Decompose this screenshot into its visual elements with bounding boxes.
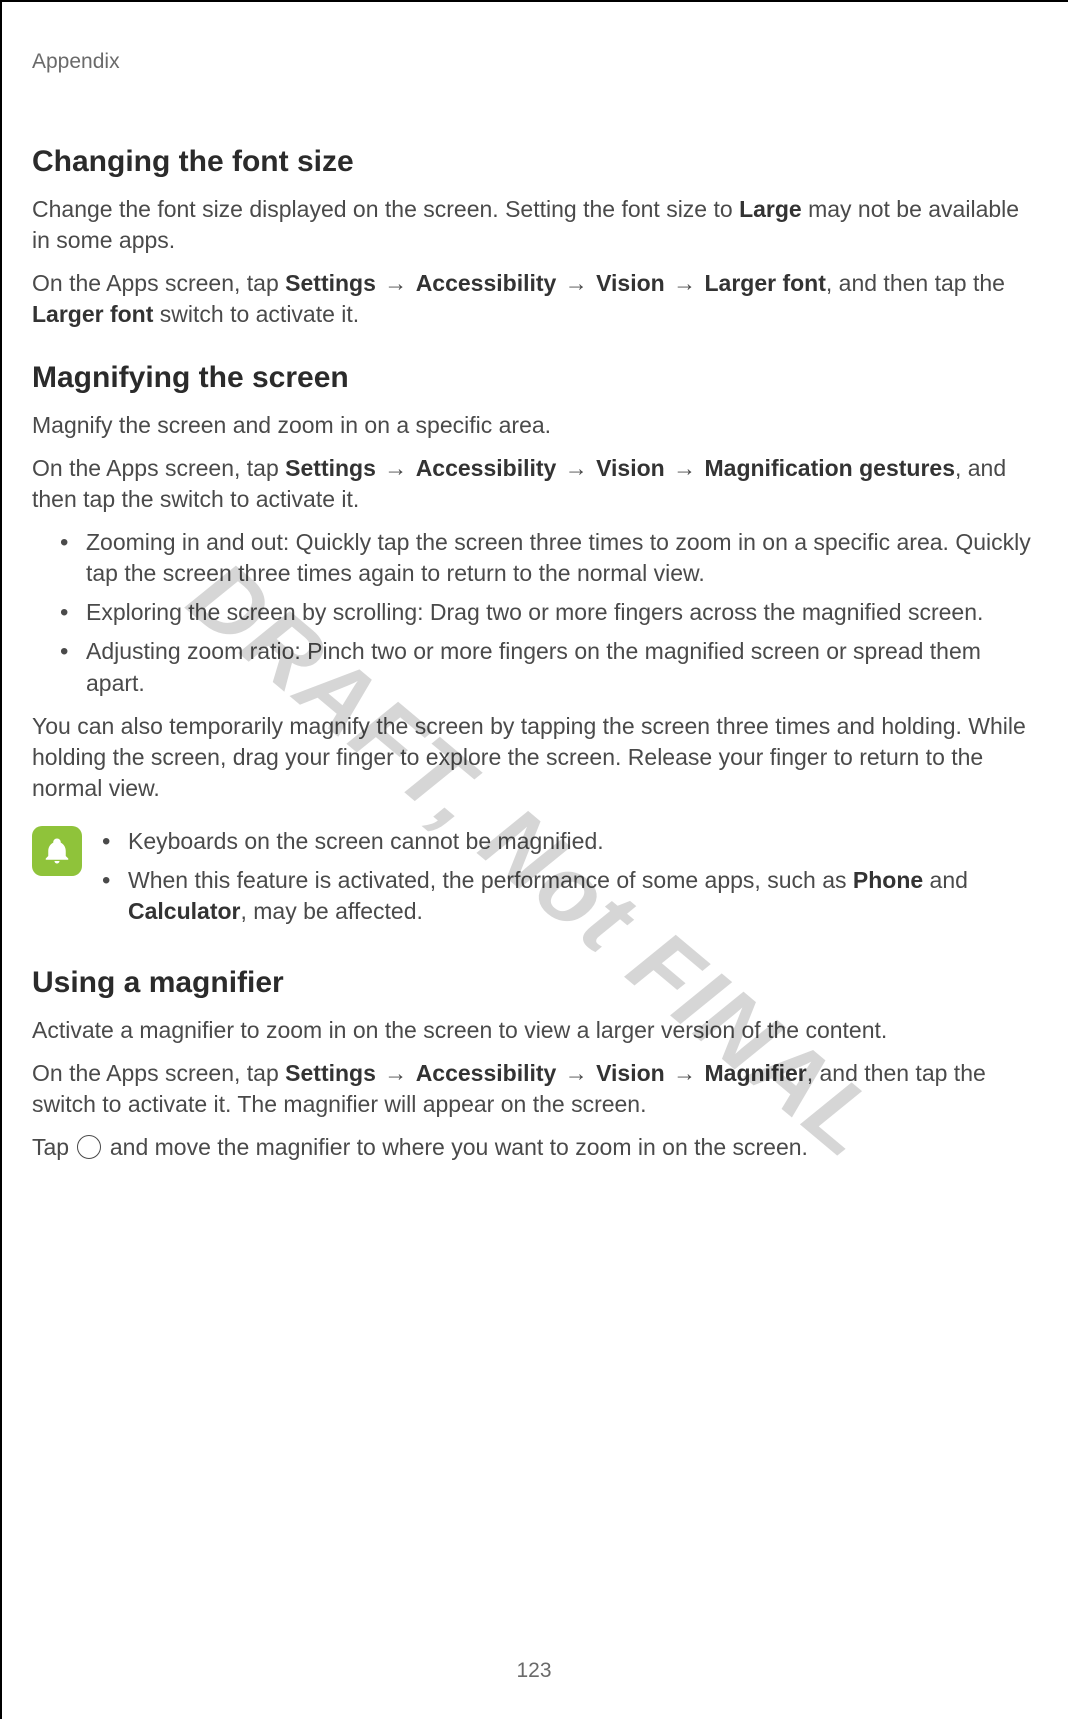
bold-calculator: Calculator bbox=[128, 898, 240, 924]
text: , may be affected. bbox=[240, 898, 422, 924]
bold-accessibility: Accessibility bbox=[416, 455, 557, 481]
text: switch to activate it. bbox=[153, 301, 359, 327]
list-item: Exploring the screen by scrolling: Drag … bbox=[60, 597, 1036, 628]
arrow-icon: → bbox=[382, 1058, 409, 1089]
bold-larger-font: Larger font bbox=[705, 270, 826, 296]
bold-phone: Phone bbox=[853, 867, 923, 893]
arrow-icon: → bbox=[671, 1058, 698, 1089]
bold-large: Large bbox=[739, 196, 802, 222]
list-item: Keyboards on the screen cannot be magnif… bbox=[102, 826, 1036, 857]
text: and bbox=[923, 867, 968, 893]
bold-settings: Settings bbox=[285, 455, 376, 481]
note-block: Keyboards on the screen cannot be magnif… bbox=[32, 822, 1036, 935]
heading-using-magnifier: Using a magnifier bbox=[32, 965, 1036, 1001]
list-item: When this feature is activated, the perf… bbox=[102, 865, 1036, 927]
note-bell-icon bbox=[32, 826, 82, 876]
paragraph: On the Apps screen, tap Settings → Acces… bbox=[32, 268, 1036, 330]
paragraph: Tap and move the magnifier to where you … bbox=[32, 1132, 1036, 1163]
arrow-icon: → bbox=[382, 268, 409, 299]
paragraph: You can also temporarily magnify the scr… bbox=[32, 711, 1036, 804]
paragraph: Magnify the screen and zoom in on a spec… bbox=[32, 410, 1036, 441]
bold-vision: Vision bbox=[596, 1060, 665, 1086]
page-left-border bbox=[0, 0, 10, 1719]
list-item: Adjusting zoom ratio: Pinch two or more … bbox=[60, 636, 1036, 698]
paragraph: On the Apps screen, tap Settings → Acces… bbox=[32, 1058, 1036, 1120]
bold-settings: Settings bbox=[285, 1060, 376, 1086]
arrow-icon: → bbox=[563, 453, 590, 484]
text: , and then tap the bbox=[826, 270, 1005, 296]
note-list: Keyboards on the screen cannot be magnif… bbox=[102, 822, 1036, 935]
arrow-icon: → bbox=[563, 1058, 590, 1089]
arrow-icon: → bbox=[563, 268, 590, 299]
bold-magnifier: Magnifier bbox=[705, 1060, 807, 1086]
bell-icon bbox=[42, 836, 72, 866]
text: On the Apps screen, tap bbox=[32, 270, 285, 296]
text: Tap bbox=[32, 1134, 75, 1160]
circle-button-icon bbox=[77, 1135, 101, 1159]
page-top-border bbox=[0, 0, 1068, 10]
arrow-icon: → bbox=[671, 453, 698, 484]
bold-larger-font: Larger font bbox=[32, 301, 153, 327]
bullet-list: Zooming in and out: Quickly tap the scre… bbox=[60, 527, 1036, 698]
heading-magnifying-screen: Magnifying the screen bbox=[32, 360, 1036, 396]
heading-changing-font-size: Changing the font size bbox=[32, 144, 1036, 180]
arrow-icon: → bbox=[671, 268, 698, 299]
arrow-icon: → bbox=[382, 453, 409, 484]
running-head: Appendix bbox=[32, 50, 1036, 74]
text: When this feature is activated, the perf… bbox=[128, 867, 853, 893]
bold-vision: Vision bbox=[596, 270, 665, 296]
paragraph: On the Apps screen, tap Settings → Acces… bbox=[32, 453, 1036, 515]
text: Change the font size displayed on the sc… bbox=[32, 196, 739, 222]
bold-accessibility: Accessibility bbox=[416, 270, 557, 296]
text: On the Apps screen, tap bbox=[32, 1060, 285, 1086]
bold-vision: Vision bbox=[596, 455, 665, 481]
paragraph: Change the font size displayed on the sc… bbox=[32, 194, 1036, 256]
bold-accessibility: Accessibility bbox=[416, 1060, 557, 1086]
document-page: Appendix Changing the font size Change t… bbox=[0, 0, 1068, 1719]
bold-settings: Settings bbox=[285, 270, 376, 296]
text: and move the magnifier to where you want… bbox=[103, 1134, 807, 1160]
paragraph: Activate a magnifier to zoom in on the s… bbox=[32, 1015, 1036, 1046]
text: On the Apps screen, tap bbox=[32, 455, 285, 481]
bold-magnification-gestures: Magnification gestures bbox=[705, 455, 955, 481]
page-number: 123 bbox=[0, 1659, 1068, 1683]
list-item: Zooming in and out: Quickly tap the scre… bbox=[60, 527, 1036, 589]
